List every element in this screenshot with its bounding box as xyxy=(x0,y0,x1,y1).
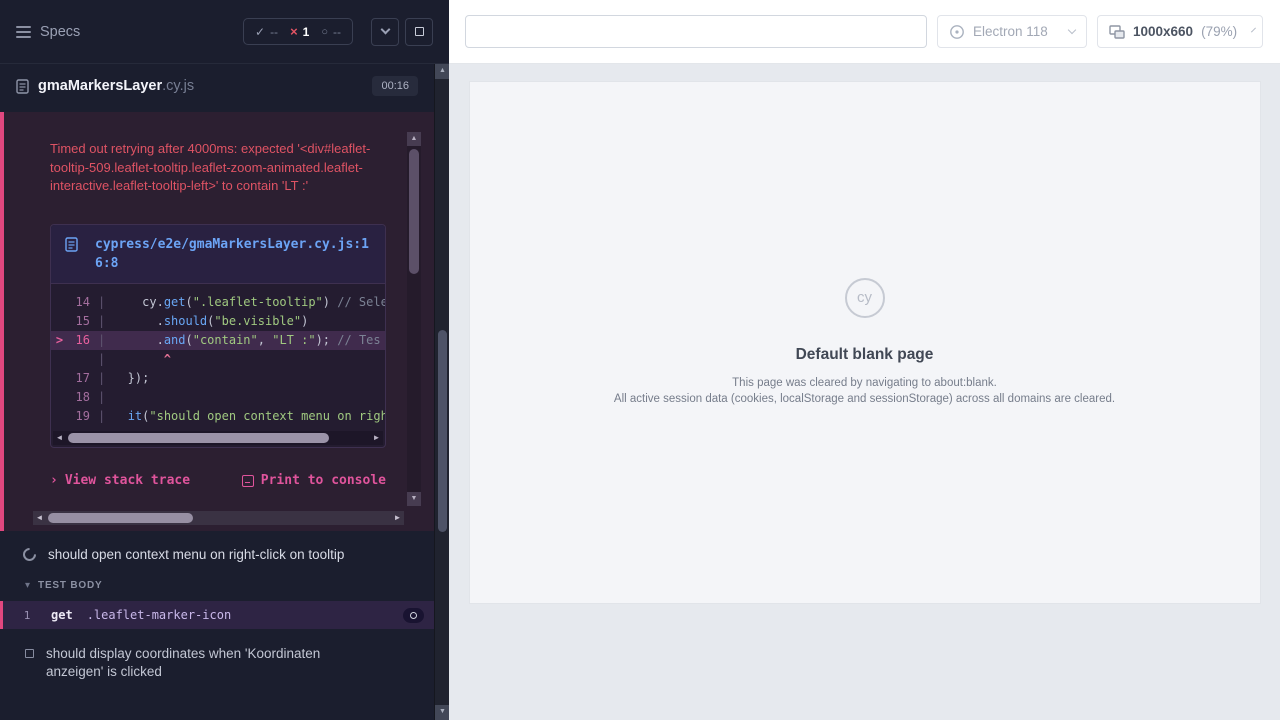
stat-passed: ✓ -- xyxy=(255,25,278,39)
code-line: 14| cy.get(".leaflet-tooltip") // Sele xyxy=(51,293,385,312)
browser-label: Electron 118 xyxy=(973,24,1048,39)
code-line: | ^ xyxy=(51,350,385,369)
code-line: 19| it("should open context menu on righ xyxy=(51,407,385,426)
chevron-right-icon: › xyxy=(50,473,58,488)
vscroll-thumb[interactable] xyxy=(438,330,447,532)
scroll-down-icon[interactable]: ▼ xyxy=(407,492,421,506)
spec-name[interactable]: gmaMarkersLayer xyxy=(38,78,162,94)
check-icon: ✓ xyxy=(255,25,265,39)
collapse-tests-button[interactable] xyxy=(371,18,399,46)
scroll-left-icon[interactable]: ◄ xyxy=(53,431,66,445)
stat-pending: ○ -- xyxy=(321,25,341,39)
aut-stage: cy Default blank page This page was clea… xyxy=(449,64,1280,720)
scroll-down-icon[interactable]: ▼ xyxy=(435,705,449,720)
error-code-frame: cypress/e2e/gmaMarkersLayer.cy.js:16:8 1… xyxy=(50,224,386,448)
viewport-size: 1000x660 xyxy=(1133,24,1193,39)
print-icon xyxy=(242,475,254,487)
reporter-vscrollbar[interactable]: ▲ ▼ xyxy=(434,64,449,720)
stop-run-button[interactable] xyxy=(405,18,433,46)
print-to-console-button[interactable]: Print to console xyxy=(242,473,386,488)
specs-list-icon xyxy=(16,26,31,38)
pending-test-icon xyxy=(25,649,34,658)
code-file-icon xyxy=(65,237,78,252)
test-item-running[interactable]: should open context menu on right-click … xyxy=(0,531,434,573)
blank-page-line1: This page was cleared by navigating to a… xyxy=(732,375,997,392)
spec-header: gmaMarkersLayer .cy.js 00:16 xyxy=(0,64,434,108)
error-message: Timed out retrying after 4000ms: expecte… xyxy=(50,140,382,196)
test-stats: ✓ -- × 1 ○ -- xyxy=(243,18,353,45)
code-line: 18| xyxy=(51,388,385,407)
running-spinner-icon xyxy=(20,545,38,563)
pending-count: -- xyxy=(333,25,341,39)
spec-duration: 00:16 xyxy=(372,76,418,96)
chevron-down-icon: ▾ xyxy=(25,580,30,591)
failed-count: 1 xyxy=(303,25,310,39)
command-log-row[interactable]: 1 get .leaflet-marker-icon xyxy=(0,601,434,629)
error-vscrollbar[interactable]: ▲ ▼ xyxy=(407,132,421,506)
aut-blank-page: cy Default blank page This page was clea… xyxy=(470,82,1260,603)
test-body-toggle[interactable]: ▾ TEST BODY xyxy=(0,573,434,598)
code-line: 17| }); xyxy=(51,369,385,388)
url-input[interactable] xyxy=(465,15,927,48)
viewport-scale: (79%) xyxy=(1201,24,1237,39)
app: Specs ✓ -- × 1 ○ -- xyxy=(0,0,1280,720)
command-method: get xyxy=(51,608,73,622)
code-frame-lines: 14| cy.get(".leaflet-tooltip") // Sele15… xyxy=(51,284,385,428)
passed-count: -- xyxy=(270,25,278,39)
cypress-logo: cy xyxy=(845,278,885,318)
command-number: 1 xyxy=(3,609,51,622)
pending-icon: ○ xyxy=(321,26,328,38)
code-frame-header: cypress/e2e/gmaMarkersLayer.cy.js:16:8 xyxy=(51,225,385,284)
test-title: should open context menu on right-click … xyxy=(48,546,344,564)
chevron-down-icon xyxy=(1068,26,1076,34)
code-frame-file-link[interactable]: cypress/e2e/gmaMarkersLayer.cy.js:16:8 xyxy=(95,235,371,273)
vscroll-thumb[interactable] xyxy=(409,149,419,274)
blank-page-line2: All active session data (cookies, localS… xyxy=(614,391,1115,408)
spec-extension: .cy.js xyxy=(162,78,194,94)
code-frame-hscrollbar[interactable]: ◄ ► xyxy=(53,431,383,445)
viewport-selector[interactable]: 1000x660 (79%) xyxy=(1097,15,1263,48)
spec-file-icon xyxy=(16,79,29,94)
scroll-right-icon[interactable]: ► xyxy=(391,511,404,525)
error-actions: › View stack trace Print to console xyxy=(50,473,386,488)
chevron-down-icon xyxy=(1251,28,1256,33)
aut-panel: Electron 118 1000x660 (79%) cy Default b… xyxy=(449,0,1280,720)
hscroll-thumb[interactable] xyxy=(68,433,329,443)
command-spinner-icon xyxy=(410,612,417,619)
scroll-up-icon[interactable]: ▲ xyxy=(435,64,449,79)
chevron-down-icon xyxy=(380,25,390,35)
hscroll-thumb[interactable] xyxy=(48,513,193,523)
browser-selector[interactable]: Electron 118 xyxy=(937,15,1087,48)
command-message: .leaflet-marker-icon xyxy=(87,608,403,622)
code-line: >16| .and("contain", "LT :"); // Tes xyxy=(51,331,385,350)
test-title: should display coordinates when 'Koordin… xyxy=(46,645,376,681)
reporter-content: Timed out retrying after 4000ms: expecte… xyxy=(0,108,434,720)
specs-menu-button[interactable]: Specs xyxy=(16,24,80,40)
scroll-left-icon[interactable]: ◄ xyxy=(33,511,46,525)
view-stack-trace-link[interactable]: › View stack trace xyxy=(50,473,190,488)
code-line: 15| .should("be.visible") xyxy=(51,312,385,331)
test-item-pending[interactable]: should display coordinates when 'Koordin… xyxy=(0,629,434,693)
scroll-right-icon[interactable]: ► xyxy=(370,431,383,445)
aut-header: Electron 118 1000x660 (79%) xyxy=(449,0,1280,64)
viewport-scale-icon xyxy=(1109,25,1125,39)
fail-icon: × xyxy=(290,24,298,39)
electron-icon xyxy=(949,24,965,40)
stat-failed: × 1 xyxy=(290,24,309,39)
error-hscrollbar[interactable]: ◄ ► xyxy=(33,511,404,525)
specs-label: Specs xyxy=(40,24,80,40)
blank-page-title: Default blank page xyxy=(796,346,934,364)
failed-attempt-error: Timed out retrying after 4000ms: expecte… xyxy=(0,112,434,531)
command-progress-badge xyxy=(403,608,424,623)
reporter-panel: Specs ✓ -- × 1 ○ -- xyxy=(0,0,449,720)
scroll-up-icon[interactable]: ▲ xyxy=(407,132,421,146)
test-body-label: TEST BODY xyxy=(38,580,102,591)
reporter-header: Specs ✓ -- × 1 ○ -- xyxy=(0,0,449,64)
stop-icon xyxy=(415,27,424,36)
